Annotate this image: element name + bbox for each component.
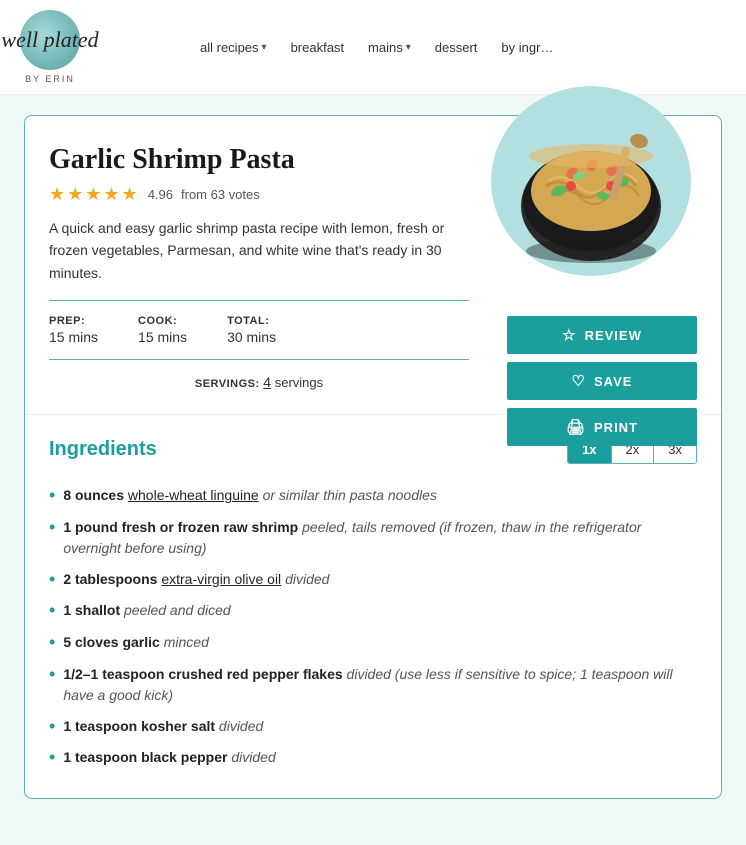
list-item: • 2 tablespoons extra-virgin olive oil d… <box>49 564 697 596</box>
prep-label: PREP: <box>49 315 98 327</box>
cook-value: 15 mins <box>138 329 187 345</box>
nav-label: mains <box>368 40 403 55</box>
save-button[interactable]: ♡ SAVE <box>507 362 697 400</box>
bullet-icon: • <box>49 664 55 686</box>
bullet-icon: • <box>49 632 55 654</box>
star-icon: ☆ <box>562 326 576 344</box>
review-button[interactable]: ☆ REVIEW <box>507 316 697 354</box>
bullet-icon: • <box>49 747 55 769</box>
recipe-card: Garlic Shrimp Pasta ★★★★★ 4.96 from 63 v… <box>24 115 722 799</box>
heart-icon: ♡ <box>572 372 586 390</box>
header: well plated BY ERIN all recipes ▾ breakf… <box>0 0 746 95</box>
total-time: TOTAL: 30 mins <box>227 315 276 345</box>
nav-item-dessert[interactable]: dessert <box>435 40 478 55</box>
action-buttons: ☆ REVIEW ♡ SAVE 🖨 PRINT <box>507 316 697 446</box>
print-icon: 🖨 <box>566 418 586 436</box>
cook-time: COOK: 15 mins <box>138 315 187 345</box>
logo-area: well plated BY ERIN <box>20 10 160 84</box>
list-item: • 1 teaspoon black pepper divided <box>49 742 697 774</box>
bullet-icon: • <box>49 569 55 591</box>
servings-row: SERVINGS: 4 servings <box>49 374 469 390</box>
logo-wrapper: well plated BY ERIN <box>20 10 80 84</box>
bullet-icon: • <box>49 600 55 622</box>
save-label: SAVE <box>594 374 632 389</box>
rating-row: ★★★★★ 4.96 from 63 votes <box>49 184 489 205</box>
list-item: • 5 cloves garlic minced <box>49 627 697 659</box>
ingredients-title: Ingredients <box>49 438 157 461</box>
rating-score: 4.96 <box>148 187 173 202</box>
chevron-down-icon: ▾ <box>262 42 267 53</box>
nav: all recipes ▾ breakfast mains ▾ dessert … <box>200 40 553 55</box>
ingredients-section: Ingredients 1x 2x 3x • 8 ounces whole-wh… <box>25 414 721 798</box>
page-wrapper: Garlic Shrimp Pasta ★★★★★ 4.96 from 63 v… <box>0 95 746 829</box>
servings-label: SERVINGS: <box>195 378 260 390</box>
bullet-icon: • <box>49 517 55 539</box>
cook-label: COOK: <box>138 315 187 327</box>
time-divider-bottom <box>49 359 469 360</box>
nav-label: dessert <box>435 40 478 55</box>
nav-label: all recipes <box>200 40 259 55</box>
list-item: • 1 pound fresh or frozen raw shrimp pee… <box>49 512 697 564</box>
food-image <box>491 86 691 276</box>
ingredient-link[interactable]: extra-virgin olive oil <box>161 571 281 587</box>
rating-stars: ★★★★★ <box>49 184 140 205</box>
total-label: TOTAL: <box>227 315 276 327</box>
nav-label: breakfast <box>291 40 344 55</box>
recipe-left: Garlic Shrimp Pasta ★★★★★ 4.96 from 63 v… <box>49 144 489 390</box>
list-item: • 1 teaspoon kosher salt divided <box>49 711 697 743</box>
list-item: • 8 ounces whole-wheat linguine or simil… <box>49 480 697 512</box>
bullet-icon: • <box>49 716 55 738</box>
ingredient-link[interactable]: whole-wheat linguine <box>128 487 259 503</box>
nav-item-breakfast[interactable]: breakfast <box>291 40 344 55</box>
nav-label: by ingr… <box>501 40 553 55</box>
servings-value[interactable]: 4 <box>263 374 271 390</box>
chevron-down-icon: ▾ <box>406 42 411 53</box>
review-label: REVIEW <box>585 328 642 343</box>
logo-byline: BY ERIN <box>25 74 75 84</box>
total-value: 30 mins <box>227 329 276 345</box>
nav-item-all-recipes[interactable]: all recipes ▾ <box>200 40 267 55</box>
prep-value: 15 mins <box>49 329 98 345</box>
logo-text: well plated <box>1 29 98 51</box>
nav-item-by-ingredient[interactable]: by ingr… <box>501 40 553 55</box>
rating-votes: from 63 votes <box>181 187 260 202</box>
bullet-icon: • <box>49 485 55 507</box>
print-label: PRINT <box>594 420 638 435</box>
ingredients-list: • 8 ounces whole-wheat linguine or simil… <box>49 480 697 774</box>
print-button[interactable]: 🖨 PRINT <box>507 408 697 446</box>
logo-circle: well plated <box>20 10 80 70</box>
list-item: • 1 shallot peeled and diced <box>49 595 697 627</box>
food-image-wrapper <box>491 86 691 276</box>
time-row: PREP: 15 mins COOK: 15 mins TOTAL: 30 mi… <box>49 315 489 345</box>
nav-item-mains[interactable]: mains ▾ <box>368 40 411 55</box>
servings-unit: servings <box>275 375 323 390</box>
prep-time: PREP: 15 mins <box>49 315 98 345</box>
time-divider-top <box>49 300 469 301</box>
recipe-description: A quick and easy garlic shrimp pasta rec… <box>49 217 469 284</box>
recipe-title: Garlic Shrimp Pasta <box>49 144 489 176</box>
list-item: • 1/2–1 teaspoon crushed red pepper flak… <box>49 659 697 711</box>
